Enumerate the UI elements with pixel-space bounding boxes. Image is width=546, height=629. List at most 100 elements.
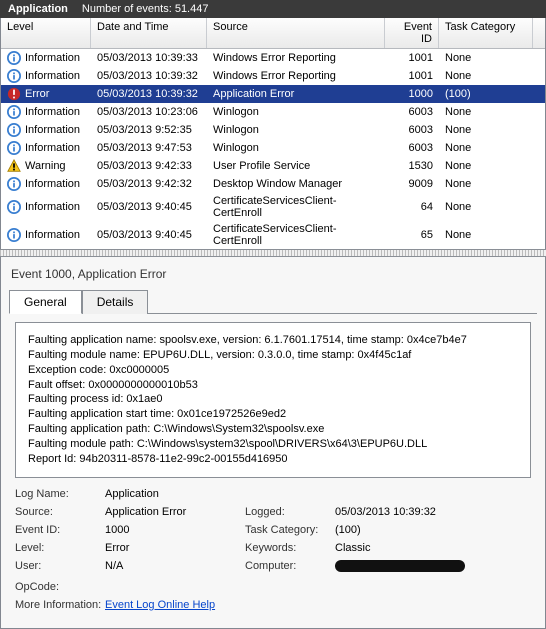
cell-id: 1001 — [385, 69, 439, 83]
cell-cat: None — [439, 69, 533, 83]
cell-date: 05/03/2013 9:52:35 — [91, 123, 207, 137]
message-line: Faulting process id: 0x1ae0 — [28, 392, 518, 407]
cell-source: Desktop Window Manager — [207, 177, 385, 191]
lab-opcode: OpCode: — [15, 581, 495, 593]
info-icon — [7, 200, 21, 214]
link-online-help[interactable]: Event Log Online Help — [105, 599, 215, 611]
table-row[interactable]: Error05/03/2013 10:39:32Application Erro… — [1, 85, 545, 103]
cell-date: 05/03/2013 9:42:33 — [91, 159, 207, 173]
cell-date: 05/03/2013 9:47:53 — [91, 141, 207, 155]
cell-cat: None — [439, 200, 533, 214]
lab-level: Level: — [15, 542, 105, 554]
cell-cat: None — [439, 105, 533, 119]
col-date[interactable]: Date and Time — [91, 18, 207, 48]
detail-pane: Event 1000, Application Error General De… — [0, 257, 546, 629]
lab-logname: Log Name: — [15, 488, 105, 500]
info-icon — [7, 177, 21, 191]
table-row[interactable]: Information05/03/2013 9:40:45Certificate… — [1, 193, 545, 221]
lab-computer: Computer: — [245, 560, 335, 575]
warn-icon — [7, 159, 21, 173]
cell-date: 05/03/2013 9:42:32 — [91, 177, 207, 191]
info-icon — [7, 105, 21, 119]
detail-title: Event 1000, Application Error — [9, 263, 537, 289]
cell-id: 6003 — [385, 141, 439, 155]
cell-source: CertificateServicesClient-CertEnroll — [207, 222, 385, 248]
info-icon — [7, 51, 21, 65]
val-level: Error — [105, 542, 245, 554]
tab-details[interactable]: Details — [82, 290, 149, 314]
message-line: Faulting module path: C:\Windows\system3… — [28, 437, 518, 452]
col-level[interactable]: Level — [1, 18, 91, 48]
lab-source: Source: — [15, 506, 105, 518]
info-icon — [7, 123, 21, 137]
cell-date: 05/03/2013 9:40:45 — [91, 200, 207, 214]
cell-id: 9009 — [385, 177, 439, 191]
cell-source: Winlogon — [207, 141, 385, 155]
cell-source: Winlogon — [207, 123, 385, 137]
error-icon — [7, 87, 21, 101]
event-grid: Level Date and Time Source Event ID Task… — [0, 18, 546, 250]
val-logname: Application — [105, 488, 495, 500]
cell-id: 1001 — [385, 51, 439, 65]
titlebar-app: Application — [8, 3, 68, 15]
col-taskcat[interactable]: Task Category — [439, 18, 533, 48]
lab-user: User: — [15, 560, 105, 575]
val-keywords: Classic — [335, 542, 495, 554]
table-row[interactable]: Information05/03/2013 10:39:33Windows Er… — [1, 49, 545, 67]
lab-moreinfo: More Information: — [15, 599, 105, 611]
cell-cat: None — [439, 177, 533, 191]
titlebar-count: Number of events: 51.447 — [82, 3, 209, 15]
cell-source: Windows Error Reporting — [207, 51, 385, 65]
info-icon — [7, 228, 21, 242]
message-line: Faulting application start time: 0x01ce1… — [28, 407, 518, 422]
cell-date: 05/03/2013 10:39:32 — [91, 69, 207, 83]
val-moreinfo: Event Log Online Help — [105, 599, 495, 611]
redacted-computer — [335, 560, 465, 572]
col-eventid[interactable]: Event ID — [385, 18, 439, 48]
table-row[interactable]: Information 05/03/2013 9:40:45Certificate… — [1, 221, 545, 249]
cell-level: Information — [25, 70, 80, 82]
cell-date: 05/03/2013 10:39:32 — [91, 87, 207, 101]
grid-body: Information 05/03/2013 10:39:33Windows Er… — [1, 49, 545, 249]
cell-source: Winlogon — [207, 105, 385, 119]
cell-id: 1530 — [385, 159, 439, 173]
message-line: Fault offset: 0x0000000000010b53 — [28, 378, 518, 393]
message-line: Faulting application name: spoolsv.exe, … — [28, 333, 518, 348]
cell-level: Information — [25, 142, 80, 154]
cell-level: Information — [25, 201, 80, 213]
cell-cat: None — [439, 159, 533, 173]
cell-id: 6003 — [385, 105, 439, 119]
cell-level: Information — [25, 229, 80, 241]
table-row[interactable]: Information 05/03/2013 10:39:32Windows Er… — [1, 67, 545, 85]
cell-id: 6003 — [385, 123, 439, 137]
grid-header[interactable]: Level Date and Time Source Event ID Task… — [1, 18, 545, 49]
splitter[interactable] — [0, 249, 546, 257]
cell-date: 05/03/2013 9:40:45 — [91, 228, 207, 242]
cell-date: 05/03/2013 10:39:33 — [91, 51, 207, 65]
cell-cat: (100) — [439, 87, 533, 101]
cell-id: 64 — [385, 200, 439, 214]
table-row[interactable]: Information 05/03/2013 9:52:35Winlogon600… — [1, 121, 545, 139]
table-row[interactable]: Warning05/03/2013 9:42:33User Profile Se… — [1, 157, 545, 175]
cell-cat: None — [439, 51, 533, 65]
message-line: Faulting module name: EPUP6U.DLL, versio… — [28, 348, 518, 363]
message-line: Exception code: 0xc0000005 — [28, 363, 518, 378]
message-box: Faulting application name: spoolsv.exe, … — [15, 322, 531, 478]
props-grid: Log Name: Application Source: Applicatio… — [15, 488, 531, 611]
cell-cat: None — [439, 228, 533, 242]
cell-source: Application Error — [207, 87, 385, 101]
cell-level: Information — [25, 178, 80, 190]
cell-level: Information — [25, 124, 80, 136]
cell-source: Windows Error Reporting — [207, 69, 385, 83]
val-logged: 05/03/2013 10:39:32 — [335, 506, 495, 518]
table-row[interactable]: Information 05/03/2013 9:47:53Winlogon600… — [1, 139, 545, 157]
info-icon — [7, 141, 21, 155]
table-row[interactable]: Information05/03/2013 10:23:06Winlogon60… — [1, 103, 545, 121]
cell-cat: None — [439, 141, 533, 155]
col-source[interactable]: Source — [207, 18, 385, 48]
message-line: Faulting application path: C:\Windows\Sy… — [28, 422, 518, 437]
table-row[interactable]: Information 05/03/2013 9:42:32Desktop Win… — [1, 175, 545, 193]
cell-id: 1000 — [385, 87, 439, 101]
tab-general[interactable]: General — [9, 290, 82, 314]
info-icon — [7, 69, 21, 83]
